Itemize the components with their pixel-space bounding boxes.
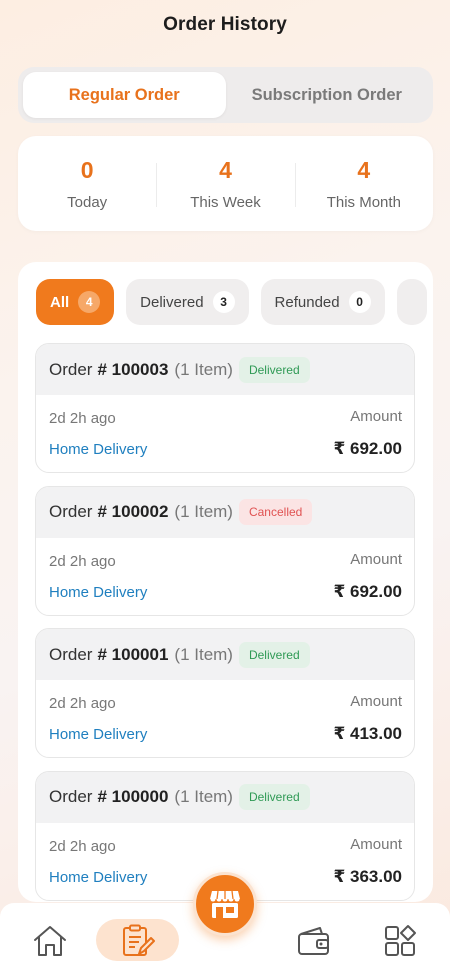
filter-chips: All 4 Delivered 3 Refunded 0 xyxy=(36,279,433,325)
order-amount: ₹ 692.00 xyxy=(333,581,402,601)
order-item-count: (1 Item) xyxy=(174,359,233,379)
stat-value: 4 xyxy=(219,156,232,183)
amount-label: Amount xyxy=(350,408,402,425)
filter-count: 4 xyxy=(78,291,101,313)
status-badge: Cancelled xyxy=(238,499,313,525)
delivery-type: Home Delivery xyxy=(49,726,148,743)
order-card[interactable]: Order # 100003 (1 Item) Delivered 2d 2h … xyxy=(35,343,415,473)
order-number-value: 100003 xyxy=(111,359,169,379)
filter-refunded[interactable]: Refunded 0 xyxy=(260,279,385,325)
delivery-type: Home Delivery xyxy=(49,868,148,886)
order-header: Order # 100003 (1 Item) Delivered xyxy=(36,344,414,395)
status-badge: Delivered xyxy=(238,784,310,810)
filter-all[interactable]: All 4 xyxy=(36,279,115,325)
order-amount: ₹ 363.00 xyxy=(333,866,402,886)
tab-regular-order[interactable]: Regular Order xyxy=(23,72,226,118)
order-time: 2d 2h ago xyxy=(49,837,116,855)
order-type-tabs: Regular Order Subscription Order xyxy=(18,67,433,123)
amount-label: Amount xyxy=(350,550,402,568)
stat-this-month: 4 This Month xyxy=(294,156,433,211)
stat-today: 0 Today xyxy=(18,157,156,211)
order-hash: # xyxy=(97,359,107,379)
filter-delivered[interactable]: Delivered 3 xyxy=(126,279,249,325)
order-hash: # xyxy=(97,644,107,664)
order-card[interactable]: Order # 100002 (1 Item) Cancelled 2d 2h … xyxy=(35,485,415,616)
status-badge: Delivered xyxy=(238,356,310,383)
order-prefix: Order xyxy=(49,359,93,379)
order-header: Order # 100001 (1 Item) Delivered xyxy=(36,629,414,680)
orders-panel: All 4 Delivered 3 Refunded 0 Order # 100… xyxy=(18,262,433,902)
order-body: 2d 2h ago Home Delivery Amount ₹ 692.00 xyxy=(36,395,414,472)
home-icon[interactable] xyxy=(30,921,70,961)
order-amount: ₹ 692.00 xyxy=(333,439,402,458)
order-time: 2d 2h ago xyxy=(49,410,116,427)
stat-value: 0 xyxy=(80,156,94,183)
order-number-value: 100001 xyxy=(111,644,169,664)
stat-value: 4 xyxy=(357,156,371,183)
order-prefix: Order xyxy=(49,502,93,521)
filter-count: 3 xyxy=(212,291,235,313)
filter-more[interactable] xyxy=(396,279,427,325)
order-number: # 100000 xyxy=(97,787,168,807)
order-card[interactable]: Order # 100001 (1 Item) Delivered 2d 2h … xyxy=(35,628,415,758)
order-prefix: Order xyxy=(49,787,93,806)
order-time: 2d 2h ago xyxy=(49,695,116,712)
order-hash: # xyxy=(97,787,107,806)
order-amount: ₹ 413.00 xyxy=(333,724,402,743)
delivery-type: Home Delivery xyxy=(49,583,148,601)
delivery-type: Home Delivery xyxy=(49,441,148,458)
tab-subscription-order[interactable]: Subscription Order xyxy=(226,72,429,118)
stat-label: This Week xyxy=(190,193,261,211)
order-body: 2d 2h ago Home Delivery Amount ₹ 413.00 xyxy=(36,680,414,757)
stat-this-week: 4 This Week xyxy=(156,157,294,211)
order-item-count: (1 Item) xyxy=(174,787,233,806)
order-time: 2d 2h ago xyxy=(49,552,116,570)
status-badge: Delivered xyxy=(238,641,310,668)
filter-label: Refunded xyxy=(274,293,340,311)
stat-label: This Month xyxy=(326,193,401,211)
order-header: Order # 100000 (1 Item) Delivered xyxy=(36,771,414,823)
wallet-icon[interactable] xyxy=(294,921,334,961)
order-prefix: Order xyxy=(49,644,93,664)
order-header: Order # 100002 (1 Item) Cancelled xyxy=(36,486,414,538)
orders-icon[interactable] xyxy=(117,921,157,961)
store-icon[interactable] xyxy=(193,872,257,936)
stat-label: Today xyxy=(67,193,108,211)
order-hash: # xyxy=(97,502,107,521)
order-number-value: 100002 xyxy=(111,502,169,521)
order-item-count: (1 Item) xyxy=(174,502,233,521)
order-number-value: 100000 xyxy=(111,787,169,806)
page-title: Order History xyxy=(163,14,287,35)
filter-count: 0 xyxy=(348,291,371,313)
amount-label: Amount xyxy=(350,835,402,853)
order-number: # 100002 xyxy=(97,502,168,522)
filter-label: All xyxy=(50,293,70,311)
order-list: Order # 100003 (1 Item) Delivered 2d 2h … xyxy=(35,343,415,902)
order-body: 2d 2h ago Home Delivery Amount ₹ 692.00 xyxy=(36,538,414,615)
filter-label: Delivered xyxy=(140,293,204,311)
order-item-count: (1 Item) xyxy=(174,644,233,664)
order-number: # 100001 xyxy=(97,645,168,665)
amount-label: Amount xyxy=(350,693,402,710)
order-stats-card: 0 Today 4 This Week 4 This Month xyxy=(18,136,433,231)
menu-grid-icon[interactable] xyxy=(380,921,420,961)
order-number: # 100003 xyxy=(97,360,168,380)
